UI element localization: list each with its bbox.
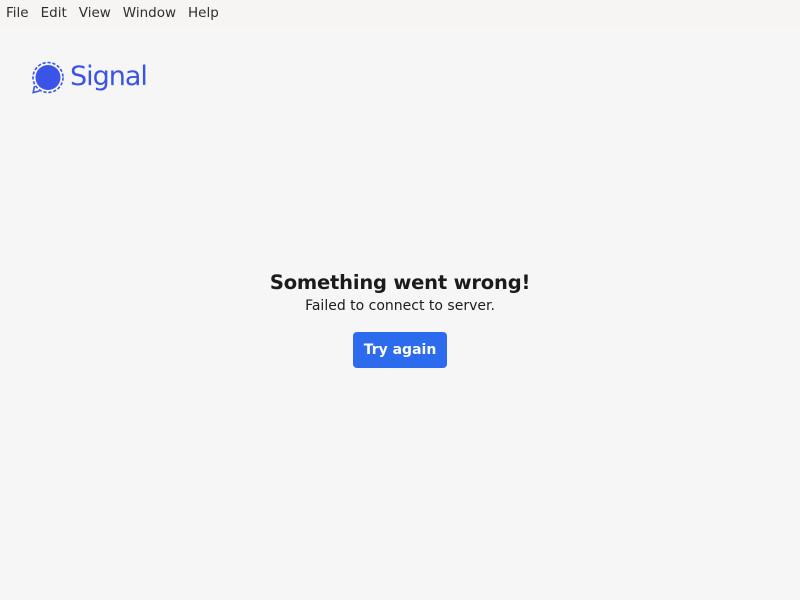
menu-bar: File Edit View Window Help bbox=[0, 0, 800, 27]
menu-file[interactable]: File bbox=[0, 0, 35, 27]
signal-logo: Signal bbox=[31, 60, 148, 96]
menu-help[interactable]: Help bbox=[182, 0, 225, 27]
error-message: Something went wrong! Failed to connect … bbox=[0, 268, 800, 314]
error-subtitle: Failed to connect to server. bbox=[305, 298, 495, 314]
menu-window[interactable]: Window bbox=[117, 0, 182, 27]
try-again-button[interactable]: Try again bbox=[353, 332, 447, 368]
menu-edit[interactable]: Edit bbox=[35, 0, 73, 27]
menu-view[interactable]: View bbox=[73, 0, 117, 27]
signal-wordmark: Signal bbox=[70, 61, 148, 92]
error-title: Something went wrong! bbox=[269, 271, 531, 294]
signal-chat-bubble-icon bbox=[32, 61, 64, 94]
